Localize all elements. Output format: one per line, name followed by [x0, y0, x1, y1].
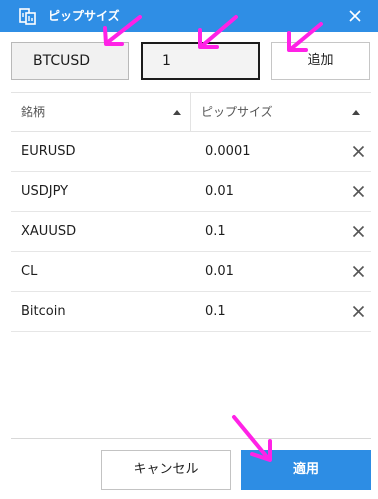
- delete-icon[interactable]: [352, 305, 365, 318]
- add-button[interactable]: 追加: [271, 42, 370, 80]
- pip-size-input[interactable]: [141, 42, 260, 80]
- row-symbol: XAUUSD: [21, 224, 77, 239]
- row-pip-size: 0.0001: [205, 144, 251, 159]
- row-symbol: Bitcoin: [21, 304, 66, 319]
- footer-divider: [11, 438, 371, 439]
- delete-icon[interactable]: [352, 225, 365, 238]
- table-row[interactable]: EURUSD 0.0001: [11, 132, 371, 172]
- table-row[interactable]: USDJPY 0.01: [11, 172, 371, 212]
- row-pip-size: 0.1: [205, 224, 226, 239]
- row-symbol: EURUSD: [21, 144, 76, 159]
- window-title: ピップサイズ: [48, 9, 120, 23]
- table-row[interactable]: Bitcoin 0.1: [11, 292, 371, 332]
- row-pip-size: 0.01: [205, 184, 234, 199]
- column-header-symbol[interactable]: 銘柄: [11, 93, 191, 131]
- sort-up-icon: [173, 110, 181, 115]
- close-icon[interactable]: [344, 5, 366, 27]
- table-row[interactable]: XAUUSD 0.1: [11, 212, 371, 252]
- delete-icon[interactable]: [352, 145, 365, 158]
- sort-up-icon: [352, 110, 360, 115]
- delete-icon[interactable]: [352, 185, 365, 198]
- table-row[interactable]: CL 0.01: [11, 252, 371, 292]
- delete-icon[interactable]: [352, 265, 365, 278]
- row-symbol: USDJPY: [21, 184, 69, 199]
- column-header-pip-size-label: ピップサイズ: [201, 105, 273, 119]
- row-pip-size: 0.1: [205, 304, 226, 319]
- cancel-button[interactable]: キャンセル: [101, 450, 231, 490]
- column-header-pip-size[interactable]: ピップサイズ: [192, 93, 371, 131]
- title-bar: ピップサイズ: [0, 0, 378, 32]
- row-pip-size: 0.01: [205, 264, 234, 279]
- app-icon: [19, 8, 36, 25]
- row-symbol: CL: [21, 264, 38, 279]
- apply-button[interactable]: 適用: [241, 450, 371, 490]
- column-header-symbol-label: 銘柄: [21, 105, 46, 119]
- table-header: 銘柄 ピップサイズ: [11, 92, 371, 132]
- symbol-field[interactable]: BTCUSD: [11, 42, 129, 80]
